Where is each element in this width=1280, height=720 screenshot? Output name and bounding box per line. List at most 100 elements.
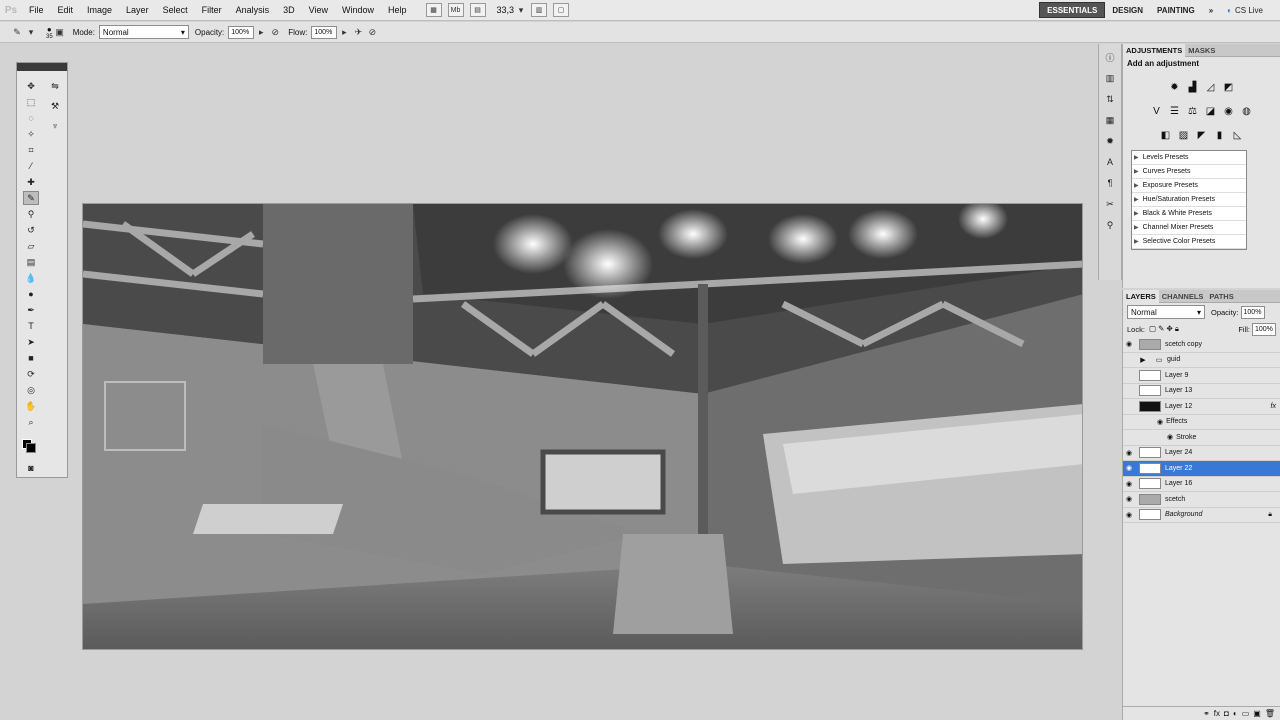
preset-levels[interactable]: ▶ Levels Presets — [1132, 151, 1246, 165]
pen-tool-icon[interactable]: ✒ — [23, 303, 39, 317]
blur-tool-icon[interactable]: 💧 — [23, 271, 39, 285]
eye-icon[interactable]: ◉ — [1123, 495, 1135, 503]
marquee-tool-icon[interactable]: ⬚ — [23, 95, 39, 109]
3d-rotate-tool-icon[interactable]: ⟳ — [23, 367, 39, 381]
eraser-tool-icon[interactable]: ▱ — [23, 239, 39, 253]
tab-masks[interactable]: MASKS — [1185, 44, 1218, 57]
clone-stamp-tool-icon[interactable]: ⚲ — [23, 207, 39, 221]
layer-row[interactable]: ◉ Layer 16 — [1123, 477, 1280, 492]
character-icon[interactable]: A — [1102, 154, 1118, 170]
brightness-icon[interactable]: ✹ — [1168, 80, 1182, 94]
workspace-design[interactable]: DESIGN — [1105, 2, 1150, 18]
add-mask-icon[interactable]: ◘ — [1224, 709, 1229, 718]
hue-saturation-icon[interactable]: ☰ — [1168, 104, 1182, 118]
vibrance-icon[interactable]: V — [1150, 104, 1164, 118]
fx-icon[interactable]: fx — [1271, 403, 1276, 410]
mode-select[interactable]: Normal ▾ — [98, 25, 189, 39]
menu-3d[interactable]: 3D — [276, 0, 302, 21]
quick-mask-icon[interactable]: ◙ — [23, 461, 39, 475]
lasso-tool-icon[interactable]: ◌ — [23, 111, 39, 125]
layer-style-icon[interactable]: fx — [1214, 709, 1220, 718]
invert-icon[interactable]: ◧ — [1159, 128, 1173, 142]
workspace-painting[interactable]: PAINTING — [1150, 2, 1202, 18]
layer-row[interactable]: ◉ Layer 24 — [1123, 446, 1280, 461]
preset-black-white[interactable]: ▶ Black & White Presets — [1132, 207, 1246, 221]
effect-eye-icon[interactable]: ◉ — [1167, 433, 1173, 441]
layer-row[interactable]: Layer 12 fx — [1123, 399, 1280, 415]
brush-size-picker[interactable]: ● 35 — [46, 25, 53, 40]
more-workspaces-icon[interactable]: » — [1202, 2, 1220, 18]
preset-hue-saturation[interactable]: ▶ Hue/Saturation Presets — [1132, 193, 1246, 207]
lock-icons[interactable]: ▢ ✎ ✥ 🔒︎ — [1149, 324, 1179, 334]
menu-help[interactable]: Help — [381, 0, 414, 21]
photo-filter-icon[interactable]: ◉ — [1222, 104, 1236, 118]
type-tool-icon[interactable]: T — [23, 319, 39, 333]
quick-select-tool-icon[interactable]: ✧ — [23, 127, 39, 141]
layer-row[interactable]: Layer 13 — [1123, 384, 1280, 399]
shape-tool-icon[interactable]: ■ — [23, 351, 39, 365]
info-icon[interactable]: ⓘ — [1102, 49, 1118, 65]
crop-tool-icon[interactable]: ⌗ — [23, 143, 39, 157]
menu-analysis[interactable]: Analysis — [229, 0, 277, 21]
tab-paths[interactable]: PATHS — [1206, 290, 1236, 303]
color-balance-icon[interactable]: ⚖ — [1186, 104, 1200, 118]
zoom-level[interactable]: 33,3 — [497, 5, 515, 15]
posterize-icon[interactable]: ▨ — [1177, 128, 1191, 142]
clone-source-icon[interactable]: ⚲ — [1102, 217, 1118, 233]
document-canvas[interactable] — [82, 203, 1083, 650]
layer-row[interactable]: ◉ scetch copy — [1123, 337, 1280, 353]
chevron-down-icon[interactable]: ▾ — [24, 25, 38, 39]
healing-tool-icon[interactable]: ✚ — [23, 175, 39, 189]
chevron-down-icon[interactable]: ▾ — [514, 3, 528, 17]
selective-color-icon[interactable]: ◺ — [1231, 128, 1245, 142]
adjustment-layer-icon[interactable]: ◐ — [1233, 709, 1238, 718]
zoom-tool-icon[interactable]: ⌕ — [23, 415, 39, 429]
threshold-icon[interactable]: ◤ — [1195, 128, 1209, 142]
arrange-documents-icon[interactable]: ▥ — [531, 3, 548, 17]
black-white-icon[interactable]: ◪ — [1204, 104, 1218, 118]
delete-layer-icon[interactable]: 🗑︎ — [1265, 709, 1275, 718]
history-brush-tool-icon[interactable]: ↺ — [23, 223, 39, 237]
tools-panel-header[interactable] — [17, 63, 67, 71]
paragraph-icon[interactable]: ¶ — [1102, 175, 1118, 191]
layer-group-row[interactable]: ▶ ▭ guid — [1123, 353, 1280, 368]
eyedropper-tool-icon[interactable]: ⁄ — [23, 159, 39, 173]
exposure-icon[interactable]: ◩ — [1222, 80, 1236, 94]
tab-channels[interactable]: CHANNELS — [1159, 290, 1207, 303]
flow-field[interactable]: 100% — [311, 25, 338, 39]
preset-selective-color[interactable]: ▶ Selective Color Presets — [1132, 235, 1246, 249]
menu-layer[interactable]: Layer — [119, 0, 156, 21]
eye-icon[interactable]: ◉ — [1123, 340, 1135, 348]
preset-exposure[interactable]: ▶ Exposure Presets — [1132, 179, 1246, 193]
levels-icon[interactable]: ▟ — [1186, 80, 1200, 94]
eye-icon[interactable]: ◉ — [1123, 464, 1135, 472]
new-layer-icon[interactable]: ▣ — [1253, 709, 1261, 718]
pressure-opacity-icon[interactable]: ⊘ — [268, 25, 282, 39]
airbrush-icon[interactable]: ✈ — [351, 25, 365, 39]
extras-icon[interactable]: ▤ — [469, 3, 486, 17]
menu-file[interactable]: File — [22, 0, 51, 21]
pressure-size-icon[interactable]: ⊘ — [365, 25, 379, 39]
dodge-tool-icon[interactable]: ● — [23, 287, 39, 301]
layer-fill-field[interactable]: 100% — [1252, 322, 1276, 336]
flyout-arrow-icon[interactable]: ▸ — [337, 25, 351, 39]
preset-channel-mixer[interactable]: ▶ Channel Mixer Presets — [1132, 221, 1246, 235]
preset-curves[interactable]: ▶ Curves Presets — [1132, 165, 1246, 179]
workspace-essentials[interactable]: ESSENTIALS — [1039, 2, 1106, 18]
screen-mode-icon[interactable]: ▢ — [553, 3, 570, 17]
menu-window[interactable]: Window — [335, 0, 381, 21]
swatches-icon[interactable]: ▦ — [1102, 112, 1118, 128]
channel-mixer-icon[interactable]: ◍ — [1240, 104, 1254, 118]
tool-presets-icon[interactable]: ✂ — [1102, 196, 1118, 212]
mixer-brush-icon[interactable]: ⚒ — [47, 99, 63, 113]
stroke-effect-row[interactable]: ◉ Stroke — [1123, 430, 1280, 446]
hand-tool-icon[interactable]: ✋ — [23, 399, 39, 413]
flyout-arrow-icon[interactable]: ▸ — [254, 25, 268, 39]
opacity-field[interactable]: 100% — [228, 25, 255, 39]
menu-image[interactable]: Image — [80, 0, 119, 21]
background-color-swatch[interactable] — [26, 443, 36, 453]
navigator-icon[interactable]: ⇅ — [1102, 91, 1118, 107]
layer-opacity-field[interactable]: 100% — [1240, 305, 1265, 319]
menu-select[interactable]: Select — [156, 0, 195, 21]
layer-row[interactable]: ◉ scetch — [1123, 492, 1280, 508]
